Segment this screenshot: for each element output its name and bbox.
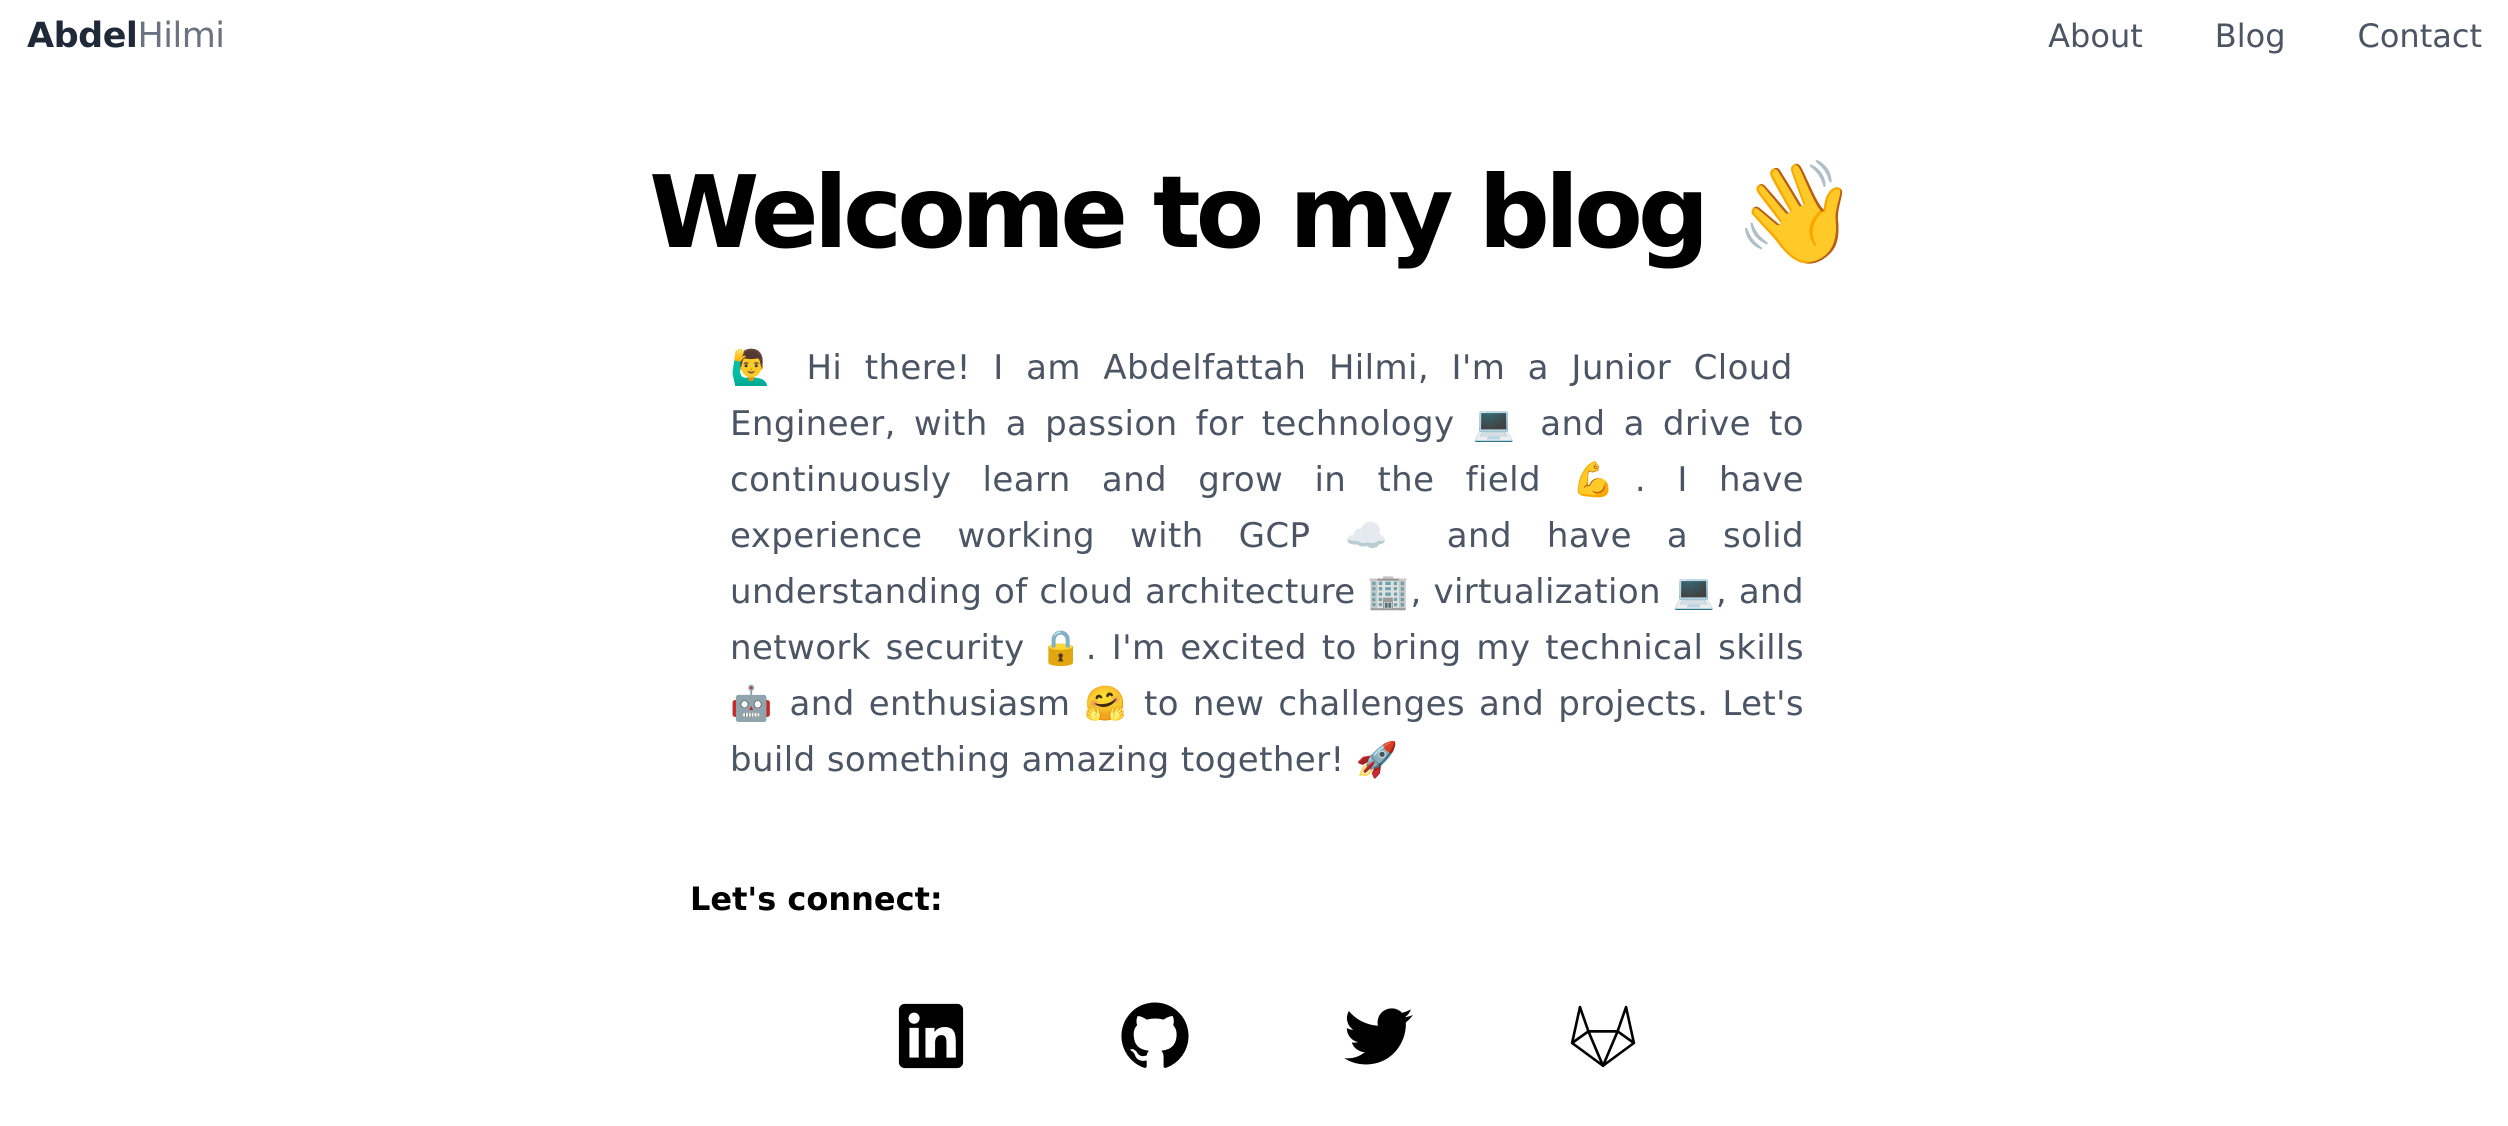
intro-paragraph: 🙋‍♂️ Hi there! I am Abdelfattah Hilmi, I… <box>730 348 1804 780</box>
top-nav: About Blog Contact <box>2048 10 2482 62</box>
twitter-icon <box>1344 1008 1413 1065</box>
github-link[interactable] <box>1120 1001 1190 1071</box>
brand-first-name: Abdel <box>27 16 138 56</box>
connect-heading: Let's connect: <box>690 880 943 918</box>
gitlab-link[interactable] <box>1568 1001 1638 1071</box>
page-title-text: Welcome to my blog <box>649 154 1709 271</box>
brand-logo[interactable]: AbdelHilmi <box>27 10 225 62</box>
brand-last-name: Hilmi <box>137 16 225 56</box>
twitter-link[interactable] <box>1344 1001 1414 1071</box>
github-icon <box>1121 1002 1189 1068</box>
nav-link-about[interactable]: About <box>2048 10 2143 62</box>
waving-hand-icon: 👋 <box>1734 154 1859 271</box>
social-links <box>896 1001 1638 1071</box>
nav-link-contact[interactable]: Contact <box>2358 10 2483 62</box>
page: AbdelHilmi About Blog Contact Welcome to… <box>0 0 2508 1126</box>
linkedin-icon <box>898 1003 964 1069</box>
linkedin-link[interactable] <box>896 1001 966 1071</box>
gitlab-icon <box>1570 1005 1636 1068</box>
nav-link-blog[interactable]: Blog <box>2215 10 2286 62</box>
page-title: Welcome to my blog 👋 <box>0 148 2508 278</box>
